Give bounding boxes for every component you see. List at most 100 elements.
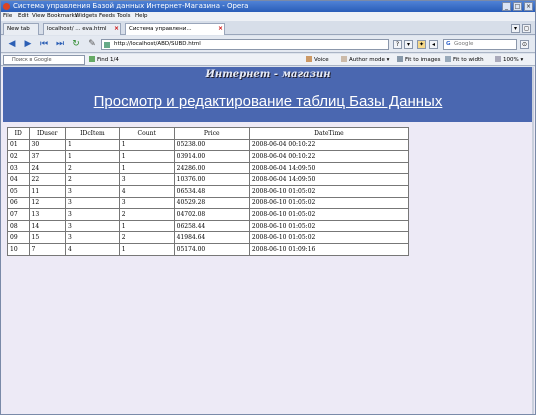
tab-new[interactable]: New tab [3, 23, 39, 35]
scrollbar[interactable] [532, 67, 534, 414]
table-header-row: ID IDuser IDcItem Count Price DateTime [7, 127, 410, 140]
table-cell: 1 [65, 138, 120, 152]
table-cell: 30 [28, 138, 67, 152]
table-cell: 05 [7, 184, 30, 198]
table-cell: 1 [118, 242, 175, 256]
page-heading-link[interactable]: Просмотр и редактирование таблиц Базы Да… [3, 93, 533, 110]
google-icon: G [446, 41, 451, 47]
table-row[interactable]: 03 24 2 1 24286.00 2008-06-04 14:09:50 [7, 161, 410, 175]
find-button[interactable]: Find 1/4 [89, 56, 119, 63]
opera-logo-icon [3, 3, 10, 10]
table-row[interactable]: 10 7 4 1 05174.00 2008-06-10 01:09:16 [7, 242, 410, 256]
fast-forward-icon[interactable]: ⏭ [55, 39, 65, 49]
trash-icon[interactable]: ◻ [522, 24, 531, 33]
zoom-view-icon[interactable]: ⊙ [520, 40, 529, 49]
table-cell: 3 [65, 219, 120, 233]
voice-button[interactable]: Voice [306, 56, 329, 63]
menu-item[interactable]: View [32, 13, 45, 19]
menu-item[interactable]: Edit [18, 13, 29, 19]
find-icon [89, 56, 95, 62]
minimize-icon[interactable]: _ [502, 2, 511, 11]
rewind-icon[interactable]: ⏮ [39, 39, 49, 49]
table-cell: 1 [118, 138, 175, 152]
tab-list-icon[interactable]: ▾ [511, 24, 520, 33]
search-placeholder: Google [454, 41, 474, 47]
table-cell: 24286.00 [173, 161, 250, 175]
table-cell: 01 [7, 138, 30, 152]
table-cell: 2008-06-04 00:10:22 [248, 138, 410, 152]
window-title: Система управления Базой данных Интернет… [13, 2, 249, 10]
fit-width-button[interactable]: Fit to width [445, 56, 484, 63]
address-field[interactable]: http://localhost/ABD/SUBD.html [101, 39, 389, 50]
table-cell: 2008-06-10 01:05:02 [248, 219, 410, 233]
close-icon[interactable]: × [524, 2, 533, 11]
forward-icon[interactable]: ▶ [23, 39, 33, 49]
table-cell: 12 [28, 196, 67, 210]
menu-item[interactable]: Tools [117, 13, 131, 19]
find-label: Find [97, 57, 109, 63]
reload-icon[interactable]: ↻ [71, 39, 81, 49]
column-header: DateTime [248, 127, 410, 140]
fit-width-label: Fit to width [453, 57, 484, 63]
table-cell: 10 [7, 242, 30, 256]
menu-item[interactable]: Feeds [99, 13, 115, 19]
table-cell: 2 [118, 231, 175, 244]
table-cell: 4 [118, 184, 175, 198]
fit-images-label: Fit to images [405, 57, 441, 63]
close-tab-icon[interactable]: × [114, 25, 119, 32]
menu-item[interactable]: File [3, 13, 12, 19]
zoom-button[interactable]: 100% ▾ [495, 56, 523, 63]
column-header: IDcItem [65, 127, 120, 140]
table-cell: 09 [7, 231, 30, 244]
voice-icon [306, 56, 312, 62]
table-cell: 3 [65, 196, 120, 210]
search-engine-icon[interactable]: ◂ [429, 40, 438, 49]
voice-label: Voice [314, 57, 329, 63]
table-cell: 2008-06-10 01:05:02 [248, 196, 410, 210]
author-mode-button[interactable]: Author mode ▾ [341, 56, 389, 63]
table-cell: 10376.00 [173, 173, 250, 186]
menu-item[interactable]: Widgets [75, 13, 97, 19]
back-icon[interactable]: ◀ [7, 39, 17, 49]
table-row[interactable]: 08 14 3 1 06258.44 2008-06-10 01:05:02 [7, 219, 410, 233]
url-text: http://localhost/ABD/SUBD.html [114, 41, 201, 47]
title-bar: Система управления Базой данных Интернет… [1, 1, 535, 12]
menu-item[interactable]: Help [135, 13, 148, 19]
table-row[interactable]: 07 13 3 2 04702.08 2008-06-10 01:05:02 [7, 208, 410, 221]
wand-icon[interactable]: ✦ [417, 40, 426, 49]
table-cell: 24 [28, 161, 67, 175]
close-tab-icon[interactable]: × [218, 25, 223, 32]
maximize-icon[interactable]: □ [513, 2, 522, 11]
images-icon [397, 56, 403, 62]
table-row[interactable]: 05 11 3 4 06534.48 2008-06-10 01:05:02 [7, 184, 410, 198]
dropdown-icon[interactable]: ▾ [404, 40, 413, 49]
table-cell: 3 [65, 184, 120, 198]
table-cell: 7 [28, 242, 67, 256]
table-cell: 03 [7, 161, 30, 175]
fit-images-button[interactable]: Fit to images [397, 56, 440, 63]
edit-icon[interactable]: ✎ [87, 39, 97, 49]
find-input[interactable]: Поиск в Google [3, 55, 85, 65]
find-placeholder: Поиск в Google [12, 57, 52, 63]
table-row[interactable]: 09 15 3 2 41984.64 2008-06-10 01:05:02 [7, 231, 410, 244]
table-row[interactable]: 06 12 3 3 40529.28 2008-06-10 01:05:02 [7, 196, 410, 210]
table-row[interactable]: 01 30 1 1 05238.00 2008-06-04 00:10:22 [7, 138, 410, 152]
table-cell: 2008-06-10 01:05:02 [248, 231, 410, 244]
table-cell: 2008-06-10 01:09:16 [248, 242, 410, 256]
table-cell: 22 [28, 173, 67, 186]
menu-item[interactable]: Bookmarks [47, 13, 78, 19]
tab-active[interactable]: Система управлени... × [125, 23, 225, 35]
tab-localhost[interactable]: localhost/ ... eva.html × [43, 23, 121, 35]
search-input[interactable]: G Google [443, 39, 517, 50]
help-icon[interactable]: ? [393, 40, 402, 49]
column-header: Price [173, 127, 250, 140]
author-mode-icon [341, 56, 347, 62]
table-cell: 2 [118, 208, 175, 221]
tab-label: Система управлени... [129, 26, 192, 32]
table-row[interactable]: 02 37 1 1 03914.00 2008-06-04 00:10:22 [7, 150, 410, 163]
table-cell: 1 [118, 150, 175, 163]
table-cell: 41984.64 [173, 231, 250, 244]
table-row[interactable]: 04 22 2 3 10376.00 2008-06-04 14:09:50 [7, 173, 410, 186]
browser-window: Система управления Базой данных Интернет… [0, 0, 536, 415]
column-header: IDuser [28, 127, 67, 140]
